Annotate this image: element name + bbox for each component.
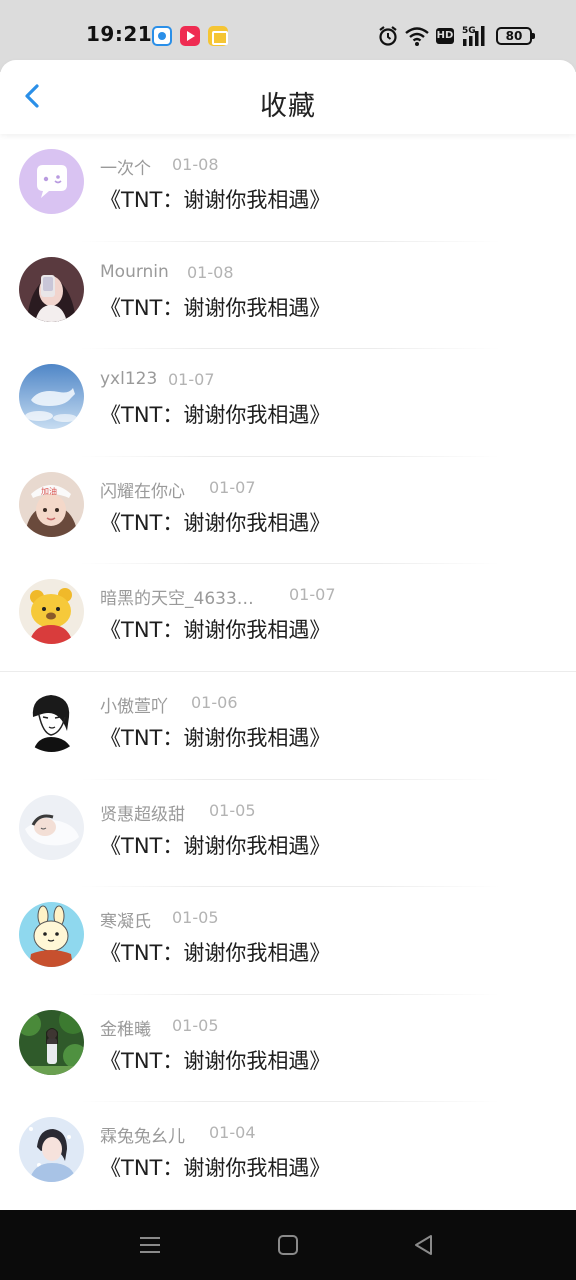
item-date: 01-06 <box>191 692 238 712</box>
item-title: 《TNT：谢谢你我相遇》 <box>100 1048 331 1073</box>
svg-text:加油: 加油 <box>41 486 57 496</box>
user-name: 霖兔兔幺儿 <box>100 1127 185 1148</box>
wifi-icon <box>405 27 429 46</box>
item-title: 《TNT：谢谢你我相遇》 <box>100 1156 331 1181</box>
hd-badge: HD <box>436 28 454 44</box>
item-meta: 一次个 01-08 <box>100 154 219 179</box>
list-item[interactable]: 霖兔兔幺儿 01-04 《TNT：谢谢你我相遇》 <box>0 1102 576 1210</box>
list-item[interactable]: 小傲萱吖 01-06 《TNT：谢谢你我相遇》 <box>0 672 576 780</box>
forest-girl-avatar <box>19 1009 84 1075</box>
header-bar: 收藏 <box>0 60 576 134</box>
item-title: 《TNT：谢谢你我相遇》 <box>100 188 331 212</box>
signal-icon: 5G <box>462 26 485 46</box>
bear-plush-avatar <box>19 579 84 645</box>
user-name: 贤惠超级甜 <box>100 804 185 825</box>
user-name: 闪耀在你心 <box>100 481 185 502</box>
cartoon-bunny-avatar <box>19 902 84 968</box>
item-date: 01-05 <box>209 800 256 820</box>
user-name: Mournin <box>100 261 169 282</box>
list-item[interactable]: 贤惠超级甜 01-05 《TNT：谢谢你我相遇》 <box>0 780 576 888</box>
item-title: 《TNT：谢谢你我相遇》 <box>100 833 331 858</box>
item-title: 《TNT：谢谢你我相遇》 <box>100 403 331 428</box>
item-meta: 贤惠超级甜 01-05 <box>100 800 256 825</box>
item-meta: 寒凝氏 01-05 <box>100 907 219 933</box>
item-date: 01-08 <box>187 262 234 282</box>
item-meta: 小傲萱吖 01-06 <box>100 692 238 717</box>
item-meta: Mournin 01-08 <box>100 261 234 282</box>
snow-girl-avatar <box>19 1117 84 1183</box>
item-meta: yxl123 01-07 <box>100 369 215 390</box>
item-title: 《TNT：谢谢你我相遇》 <box>100 941 331 966</box>
user-name: yxl123 <box>100 369 158 390</box>
item-date: 01-07 <box>209 477 256 497</box>
menu-icon[interactable] <box>136 1232 164 1258</box>
list-item[interactable]: 一次个 01-08 《TNT：谢谢你我相遇》 <box>0 134 576 242</box>
list-item[interactable]: Mournin 01-08 《TNT：谢谢你我相遇》 <box>0 242 576 350</box>
item-title: 《TNT：谢谢你我相遇》 <box>100 618 331 643</box>
item-title: 《TNT：谢谢你我相遇》 <box>100 510 331 535</box>
video-app-icon <box>180 26 200 46</box>
item-date: 01-07 <box>289 585 336 605</box>
list-item[interactable]: 加油 闪耀在你心 01-07 《TNT：谢谢你我相遇》 <box>0 457 576 565</box>
user-name: 小傲萱吖 <box>100 696 168 717</box>
whale-sky-avatar <box>19 364 84 430</box>
chat-bubble-avatar <box>19 149 84 214</box>
sketch-portrait-avatar <box>19 686 84 752</box>
navigation-bar <box>0 1210 576 1280</box>
item-date: 01-05 <box>172 908 219 928</box>
status-time: 19:21 <box>86 22 153 46</box>
girl-cap-avatar: 加油 <box>19 471 84 537</box>
item-date: 01-07 <box>168 370 215 390</box>
user-name: 暗黑的天空_4633… <box>100 589 254 610</box>
favorites-list: 一次个 01-08 《TNT：谢谢你我相遇》 Mournin 01-08 《TN… <box>0 134 576 1210</box>
reader-app-icon <box>208 26 228 46</box>
item-title: 《TNT：谢谢你我相遇》 <box>100 725 331 750</box>
list-item[interactable]: 暗黑的天空_4633… 01-07 《TNT：谢谢你我相遇》 <box>0 564 576 672</box>
list-item[interactable]: 金稚曦 01-05 《TNT：谢谢你我相遇》 <box>0 995 576 1103</box>
item-title: 《TNT：谢谢你我相遇》 <box>100 295 331 320</box>
battery-indicator: 80 <box>496 27 535 45</box>
page-title: 收藏 <box>260 91 316 122</box>
user-name: 一次个 <box>100 159 151 179</box>
list-item[interactable]: 寒凝氏 01-05 《TNT：谢谢你我相遇》 <box>0 887 576 995</box>
item-meta: 霖兔兔幺儿 01-04 <box>100 1122 256 1148</box>
item-meta: 闪耀在你心 01-07 <box>100 477 256 502</box>
user-name: 寒凝氏 <box>100 912 151 933</box>
item-date: 01-08 <box>172 155 219 174</box>
sleeping-avatar <box>19 794 84 860</box>
alarm-icon <box>379 26 397 46</box>
home-icon[interactable] <box>274 1232 302 1258</box>
network-label: 5G <box>462 26 476 36</box>
item-date: 01-05 <box>172 1015 219 1035</box>
browser-app-icon <box>152 26 172 46</box>
item-meta: 金稚曦 01-05 <box>100 1015 219 1040</box>
list-item[interactable]: yxl123 01-07 《TNT：谢谢你我相遇》 <box>0 349 576 457</box>
item-meta: 暗黑的天空_4633… 01-07 <box>100 584 336 610</box>
back-triangle-icon[interactable] <box>410 1232 438 1258</box>
girl-selfie-avatar <box>19 256 84 322</box>
user-name: 金稚曦 <box>100 1019 151 1040</box>
item-date: 01-04 <box>209 1123 256 1143</box>
